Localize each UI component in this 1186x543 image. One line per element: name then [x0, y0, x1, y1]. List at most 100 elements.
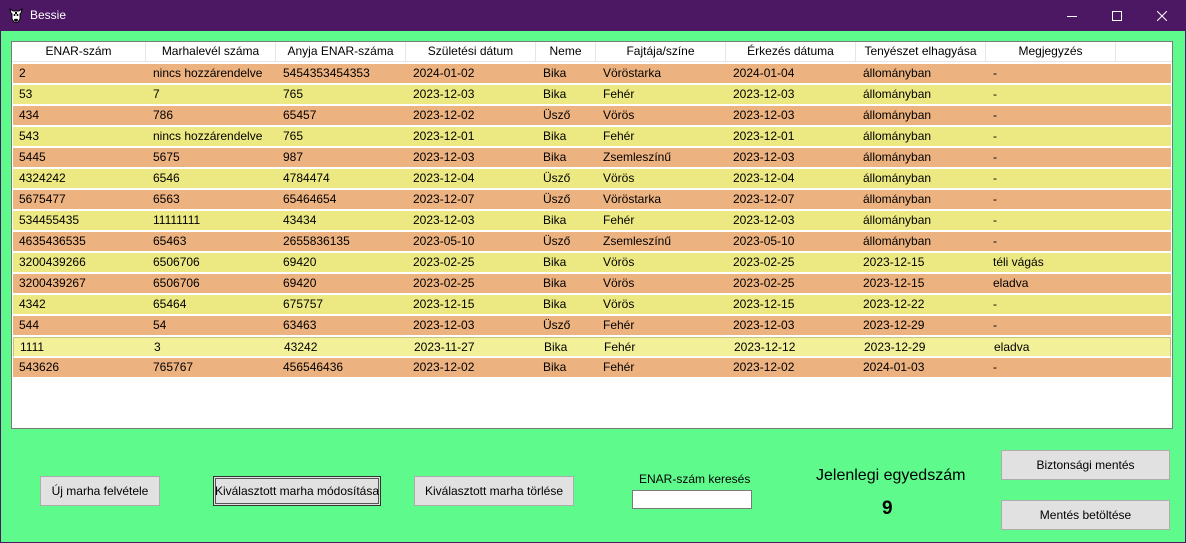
table-row[interactable]: 543626 765767 456546436 2023-12-02 Bika Fehér… [13, 358, 1171, 379]
table-row[interactable]: 434 786 65457 2023-12-02 Üsző Vörös 2023-12-03… [13, 106, 1171, 127]
table-cell: Üsző [543, 234, 571, 248]
table-body: 2 nincs hozzárendelve 5454353454353 2024-01… [13, 64, 1171, 379]
table-cell: nincs hozzárendelve [153, 66, 263, 80]
table-cell: 2023-12-01 [733, 129, 795, 143]
count-label: Jelenlegi egyedszám [816, 467, 966, 484]
table-cell: téli vágás [993, 255, 1044, 269]
column-header[interactable]: Fajtája/színe [596, 42, 726, 62]
table-cell: - [993, 360, 997, 374]
modify-cattle-button[interactable]: Kiválasztott marha módosítása [213, 476, 381, 506]
table-cell: 2023-12-03 [733, 108, 795, 122]
table-row[interactable]: 1111 3 43242 2023-11-27 Bika Fehér 2023-12-12 2… [13, 337, 1171, 358]
table-cell: Üsző [543, 318, 571, 332]
table-cell: 765 [283, 87, 304, 101]
column-header[interactable]: Tenyészet elhagyása [856, 42, 986, 62]
table-cell: 2023-12-03 [413, 213, 475, 227]
table-row[interactable]: 4342 65464 675757 2023-12-15 Bika Vörös 2023-1… [13, 295, 1171, 316]
table-cell: - [993, 150, 997, 164]
table-cell: 2023-12-15 [413, 297, 475, 311]
table-cell: 5675477 [19, 192, 66, 206]
table-row[interactable]: 2 nincs hozzárendelve 5454353454353 2024-01… [13, 64, 1171, 85]
table-cell: 2023-12-03 [733, 318, 795, 332]
cattle-table[interactable]: ENAR-szám Marhalevél száma Anyja ENAR-sz… [11, 41, 1173, 429]
table-cell: Bika [543, 87, 567, 101]
new-cattle-button[interactable]: Új marha felvétele [40, 476, 160, 506]
table-cell: 2023-02-25 [413, 276, 475, 290]
table-cell: - [993, 87, 997, 101]
table-cell: - [993, 66, 997, 80]
table-cell: - [993, 108, 997, 122]
table-row[interactable]: 534455435 11111111 43434 2023-12-03 Bika Fehé… [13, 211, 1171, 232]
table-row[interactable]: 543 nincs hozzárendelve 765 2023-12-01 Bika F… [13, 127, 1171, 148]
table-row[interactable]: 3200439266 6506706 69420 2023-02-25 Bika Vörö… [13, 253, 1171, 274]
table-cell: 6546 [153, 171, 180, 185]
table-cell: Bika [543, 276, 567, 290]
table-cell: 543 [19, 129, 40, 143]
table-cell: 4324242 [19, 171, 66, 185]
table-cell: 2023-12-07 [413, 192, 475, 206]
maximize-icon [1112, 10, 1122, 21]
table-cell: 6506706 [153, 276, 200, 290]
table-cell: 2024-01-03 [863, 360, 925, 374]
table-cell: 2023-12-03 [733, 150, 795, 164]
table-cell: Fehér [603, 318, 635, 332]
table-cell: eladva [993, 276, 1029, 290]
table-cell: 765 [283, 129, 304, 143]
table-row[interactable]: 4324242 6546 4784474 2023-12-04 Üsző Vörös 202… [13, 169, 1171, 190]
delete-cattle-button[interactable]: Kiválasztott marha törlése [414, 476, 574, 506]
search-input[interactable] [632, 490, 752, 509]
table-cell: 6563 [153, 192, 180, 206]
column-header[interactable]: Marhalevél száma [146, 42, 276, 62]
column-header[interactable]: Születési dátum [406, 42, 536, 62]
table-cell: 1111 [20, 340, 45, 354]
table-cell: állományban [863, 150, 932, 164]
table-cell: állományban [863, 171, 932, 185]
table-row[interactable]: 3200439267 6506706 69420 2023-02-25 Bika Vörö… [13, 274, 1171, 295]
table-cell: 2024-01-02 [413, 66, 475, 80]
minimize-icon [1067, 11, 1077, 21]
table-cell: 69420 [283, 255, 317, 269]
table-cell: 2023-12-02 [733, 360, 795, 374]
table-row[interactable]: 5675477 6563 65464654 2023-12-07 Üsző Vörösta… [13, 190, 1171, 211]
load-backup-button[interactable]: Mentés betöltése [1001, 500, 1170, 530]
table-cell: 5675 [153, 150, 180, 164]
table-row[interactable]: 53 7 765 2023-12-03 Bika Fehér 2023-12-03 állom… [13, 85, 1171, 106]
maximize-button[interactable] [1094, 0, 1140, 31]
table-cell: eladva [994, 340, 1030, 354]
table-cell: 54 [153, 318, 167, 332]
table-cell: 4784474 [283, 171, 330, 185]
minimize-button[interactable] [1049, 0, 1095, 31]
table-cell: Fehér [603, 213, 635, 227]
table-cell: Bika [543, 150, 567, 164]
table-cell: Bika [543, 297, 567, 311]
cow-icon [9, 7, 23, 23]
table-cell: - [993, 171, 997, 185]
column-header[interactable]: Anyja ENAR-száma [276, 42, 406, 62]
table-cell: 69420 [283, 276, 317, 290]
column-header[interactable]: Megjegyzés [986, 42, 1116, 62]
table-cell: 2023-12-04 [733, 171, 795, 185]
table-cell: 65457 [283, 108, 317, 122]
table-cell: 2023-12-29 [864, 340, 926, 354]
table-cell: Bika [543, 129, 567, 143]
table-row[interactable]: 544 54 63463 2023-12-03 Üsző Fehér 2023-12-03 2… [13, 316, 1171, 337]
table-cell: - [993, 192, 997, 206]
table-row[interactable]: 5445 5675 987 2023-12-03 Bika Zsemleszínű 2023… [13, 148, 1171, 169]
backup-button[interactable]: Biztonsági mentés [1001, 450, 1170, 480]
table-header: ENAR-szám Marhalevél száma Anyja ENAR-sz… [12, 42, 1172, 62]
count-value: 9 [882, 498, 893, 519]
table-cell: 3200439266 [19, 255, 86, 269]
table-cell: 6506706 [153, 255, 200, 269]
column-header[interactable]: Neme [536, 42, 596, 62]
table-row[interactable]: 4635436535 65463 2655836135 2023-05-10 Üsző Z… [13, 232, 1171, 253]
table-cell: 4342 [19, 297, 46, 311]
column-header[interactable]: Érkezés dátuma [726, 42, 856, 62]
table-cell: 675757 [283, 297, 324, 311]
table-cell: 434 [19, 108, 40, 122]
column-header[interactable]: ENAR-szám [12, 42, 146, 62]
table-cell: Üsző [543, 171, 571, 185]
table-cell: Üsző [543, 192, 571, 206]
close-button[interactable] [1139, 0, 1185, 31]
table-cell: 987 [283, 150, 304, 164]
table-cell: 2023-05-10 [733, 234, 795, 248]
